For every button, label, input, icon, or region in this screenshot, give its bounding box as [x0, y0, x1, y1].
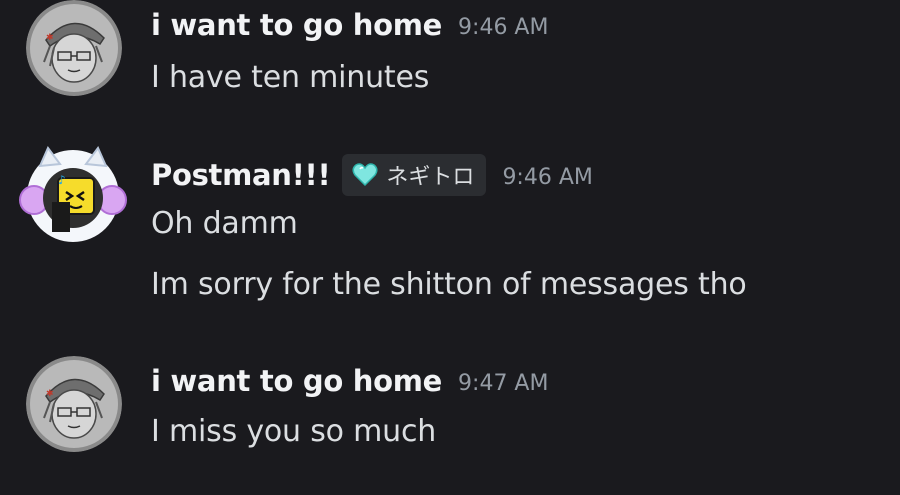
message-header: Postman!!! ネギトロ 9:46 AM	[151, 154, 593, 196]
message-text: Oh damm	[151, 206, 298, 241]
cat-headphones-avatar-icon: ♪	[19, 146, 127, 242]
avatar[interactable]: ✱	[26, 356, 122, 452]
avatar[interactable]: ♪	[19, 144, 127, 242]
message-text: I miss you so much	[151, 414, 437, 449]
svg-text:✱: ✱	[46, 33, 54, 43]
message-header: i want to go home 9:47 AM	[151, 364, 548, 398]
timestamp[interactable]: 9:46 AM	[458, 15, 548, 40]
cyan-heart-icon	[352, 163, 378, 187]
server-tag[interactable]: ネギトロ	[342, 154, 487, 196]
message-text: Im sorry for the shitton of messages tho	[151, 267, 747, 302]
username[interactable]: i want to go home	[151, 364, 442, 398]
svg-text:✱: ✱	[46, 389, 54, 399]
timestamp[interactable]: 9:46 AM	[502, 165, 592, 190]
message-header: i want to go home 9:46 AM	[151, 8, 548, 42]
avatar[interactable]: ✱	[26, 0, 122, 96]
username[interactable]: i want to go home	[151, 8, 442, 42]
username[interactable]: Postman!!!	[151, 158, 331, 192]
svg-text:♪: ♪	[58, 173, 66, 187]
sketch-avatar-icon: ✱	[26, 356, 122, 452]
message-text: I have ten minutes	[151, 60, 430, 95]
timestamp[interactable]: 9:47 AM	[458, 371, 548, 396]
sketch-avatar-icon: ✱	[26, 0, 122, 96]
server-tag-label: ネギトロ	[386, 165, 475, 190]
